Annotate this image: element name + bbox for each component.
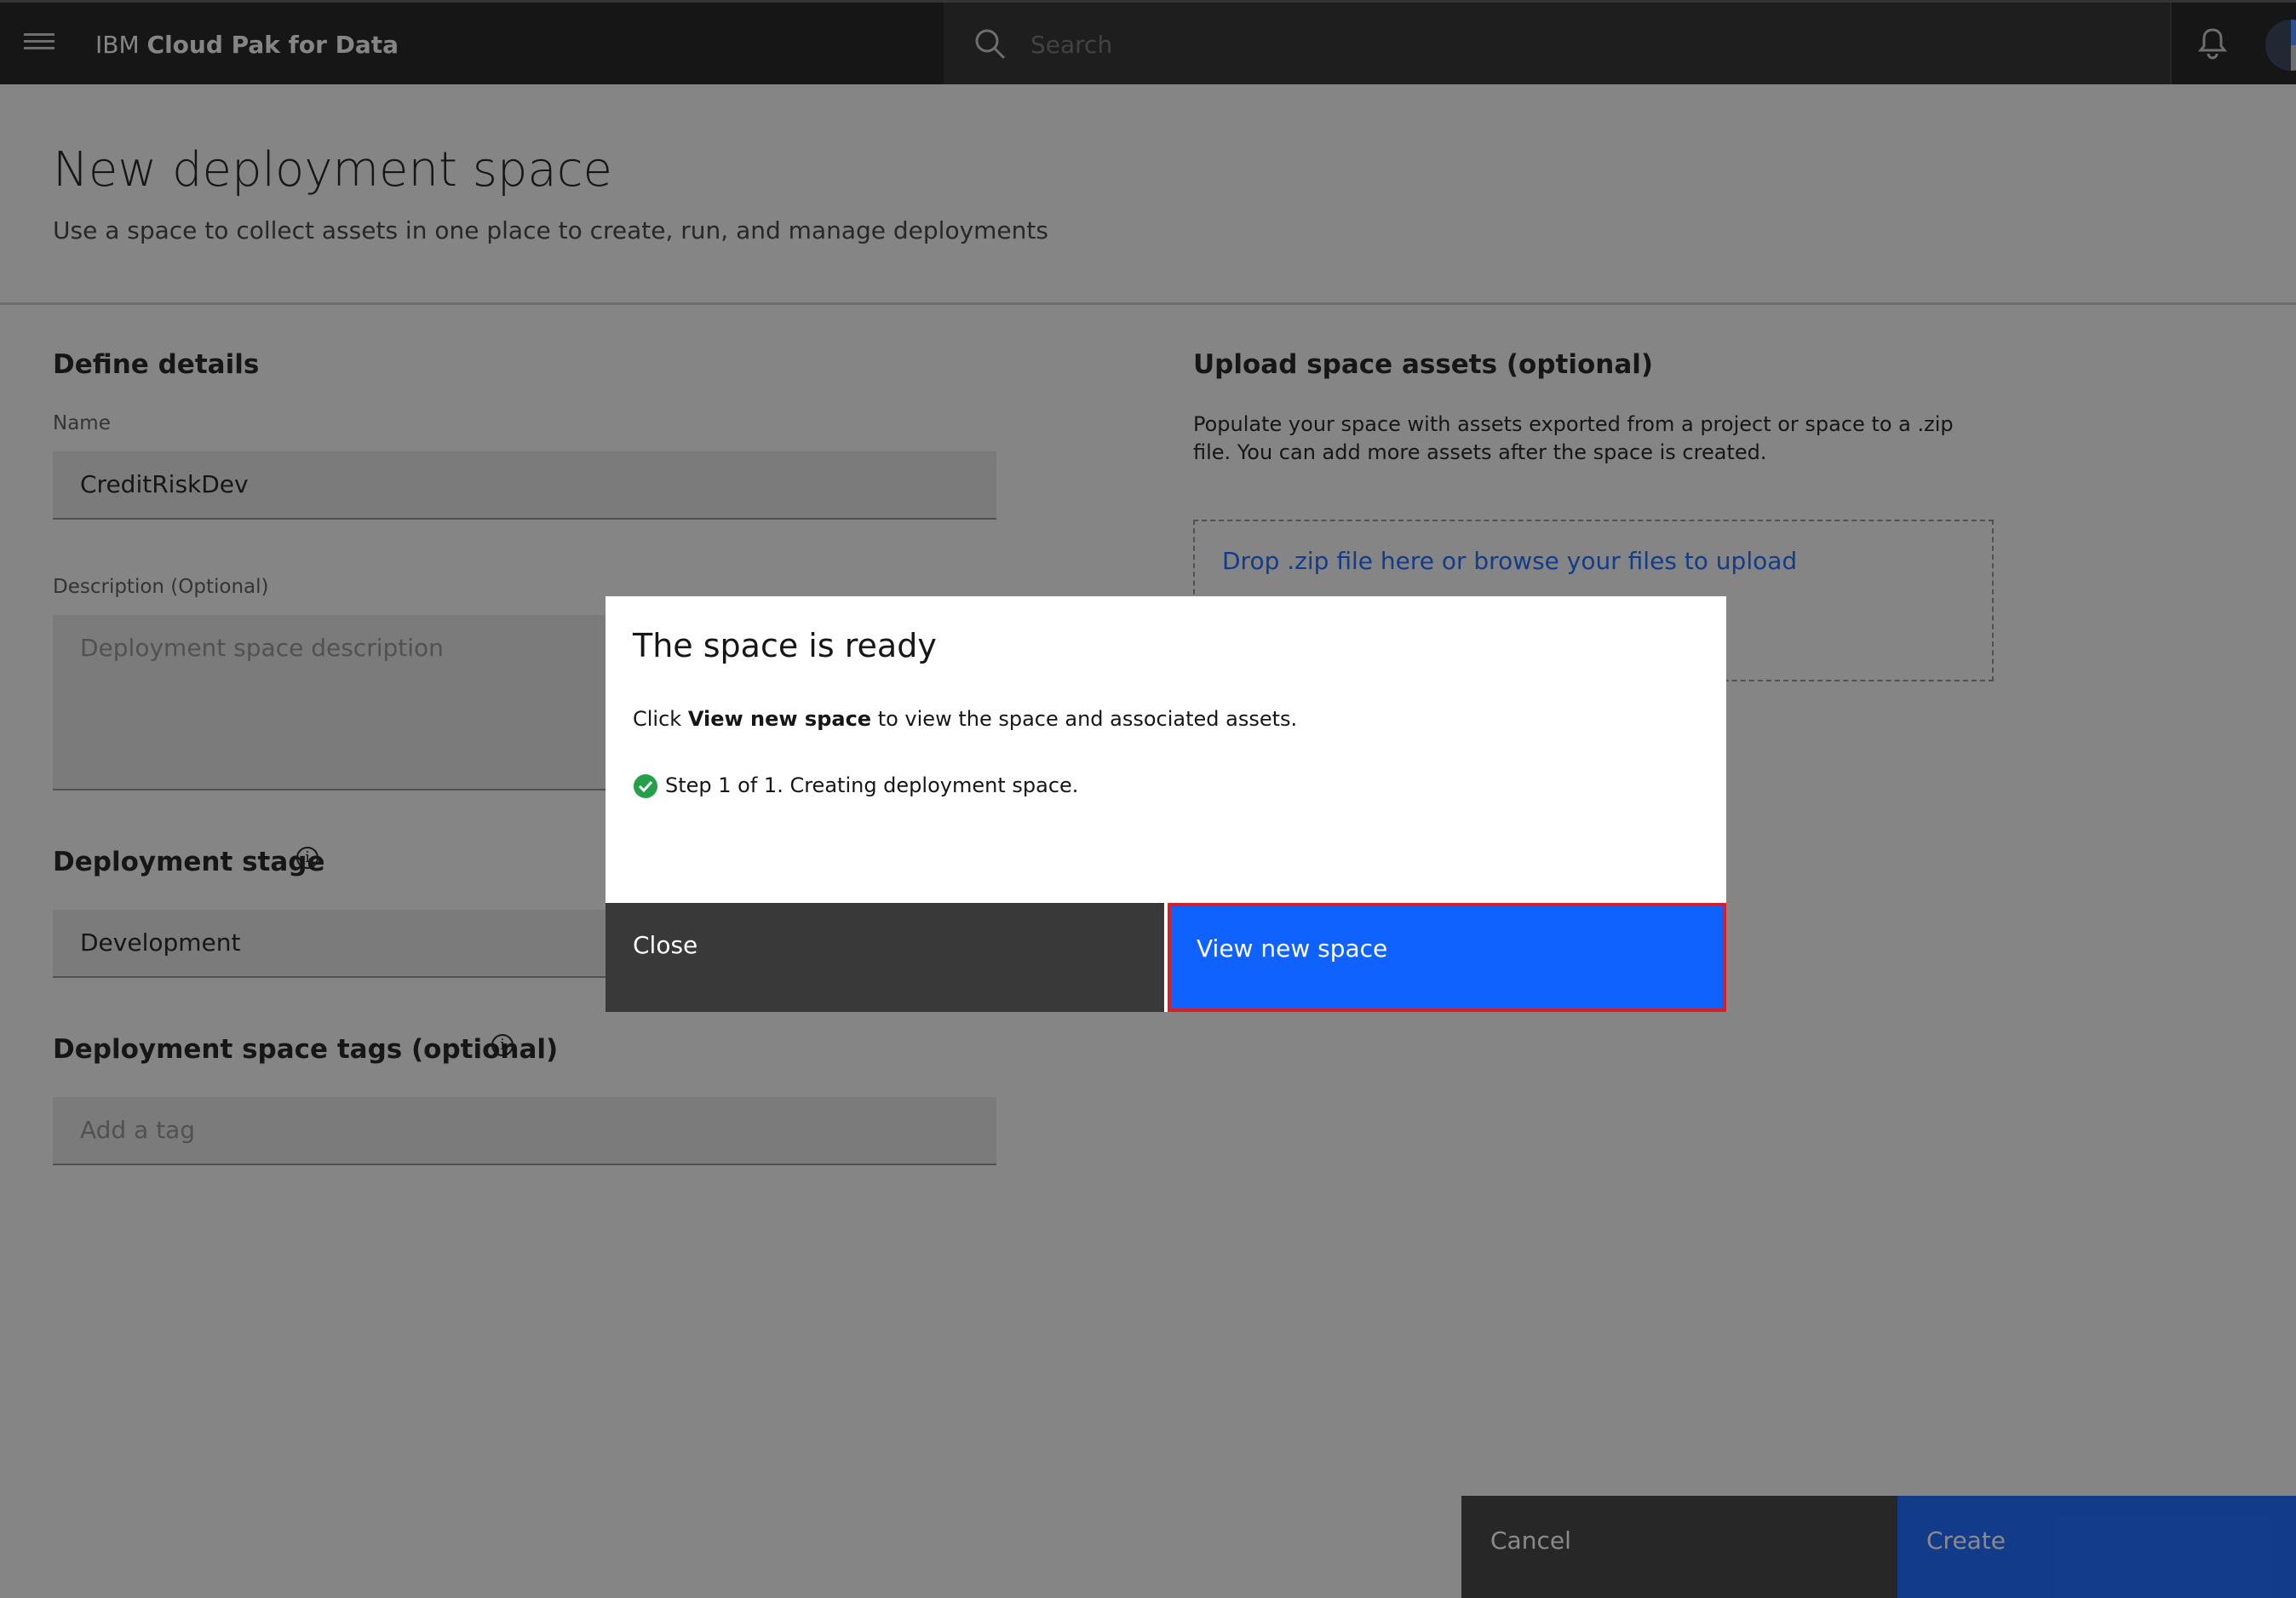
body-bold: View new space	[687, 707, 872, 731]
step-text: Step 1 of 1. Creating deployment space.	[665, 773, 1079, 797]
body-prefix: Click	[633, 707, 688, 731]
modal-body-text: Click View new space to view the space a…	[633, 707, 1297, 731]
close-button[interactable]: Close	[606, 903, 1164, 1012]
space-ready-modal: The space is ready Click View new space …	[606, 596, 1726, 1012]
view-label: View new space	[1197, 934, 1388, 963]
close-label: Close	[633, 931, 698, 959]
modal-title: The space is ready	[633, 627, 937, 664]
check-circle-icon	[634, 774, 657, 798]
view-new-space-button[interactable]: View new space	[1168, 903, 1726, 1012]
body-suffix: to view the space and associated assets.	[871, 707, 1298, 731]
step-status: Step 1 of 1. Creating deployment space.	[633, 773, 1078, 799]
